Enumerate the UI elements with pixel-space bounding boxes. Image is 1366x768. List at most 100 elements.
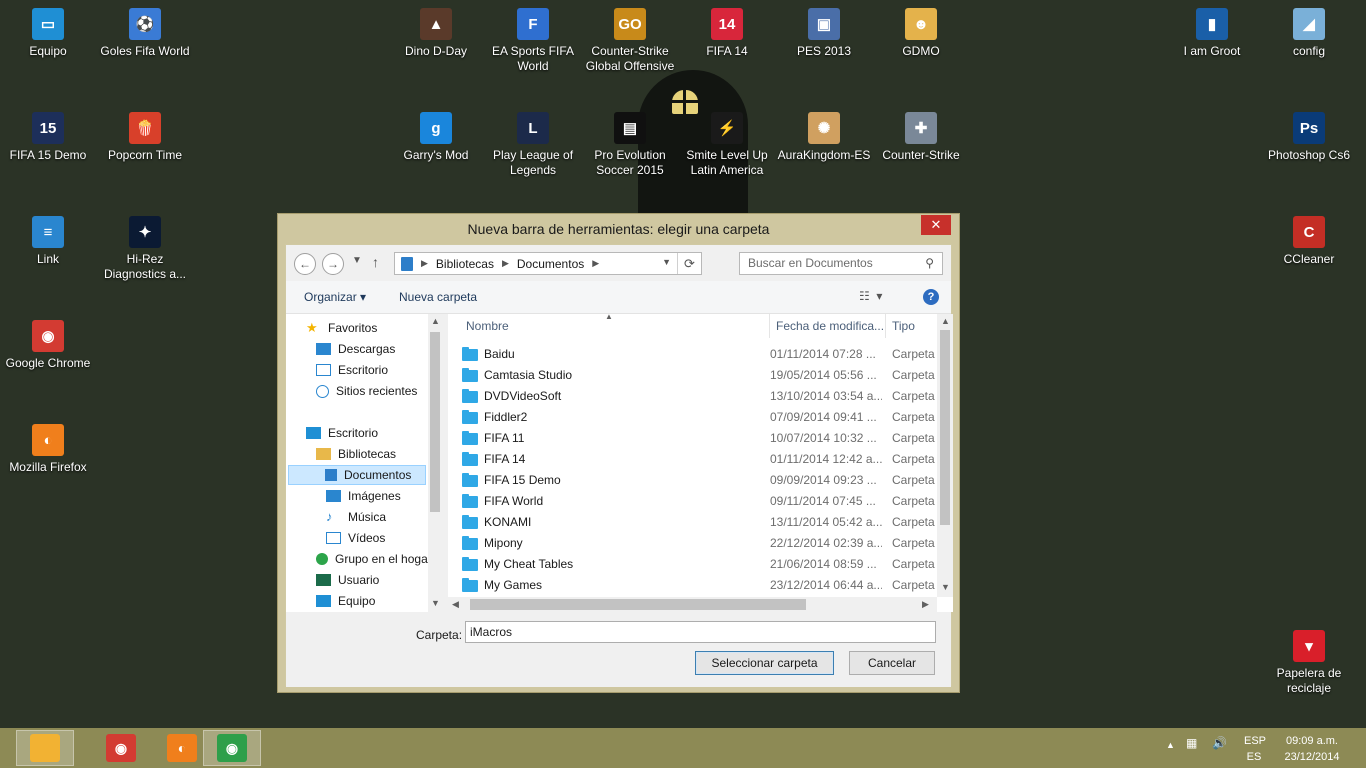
nav-recent-places[interactable]: Sitios recientes (316, 381, 417, 401)
organize-menu[interactable]: Organizar ▾ (304, 290, 366, 304)
desktop-icon-item[interactable]: ▣ PES 2013 (776, 8, 872, 59)
select-folder-button[interactable]: Seleccionar carpeta (695, 651, 834, 675)
file-date: 19/05/2014 05:56 ... (770, 368, 877, 382)
file-row[interactable]: KONAMI 13/11/2014 05:42 a... Carpeta (448, 512, 938, 533)
file-row[interactable]: Fiddler2 07/09/2014 09:41 ... Carpeta (448, 407, 938, 428)
desktop-icon-item[interactable]: L Play League of Legends (485, 112, 581, 178)
desktop-icon-item[interactable]: g Garry's Mod (388, 112, 484, 163)
scroll-right-icon[interactable]: ▶ (922, 599, 929, 610)
scrollbar-thumb[interactable] (940, 330, 950, 525)
network-icon[interactable]: ▦ (1186, 736, 1197, 750)
desktop-icon-item[interactable]: C CCleaner (1261, 216, 1357, 267)
nav-favorites[interactable]: ★ Favoritos (306, 318, 377, 338)
desktop-icon-item[interactable]: ⚡ Smite Level Up Latin America (679, 112, 775, 178)
desktop-icon-item[interactable]: ✚ Counter-Strike (873, 112, 969, 163)
close-button[interactable]: ✕ (921, 215, 951, 235)
desktop-icon-item[interactable]: ✺ AuraKingdom-ES (776, 112, 872, 163)
nav-libraries[interactable]: Bibliotecas (316, 444, 396, 464)
folder-name-input[interactable] (465, 621, 936, 643)
refresh-icon[interactable]: ⟳ (677, 253, 701, 274)
address-dropdown-icon[interactable]: ▼ (662, 257, 671, 267)
scroll-down-icon[interactable]: ▼ (941, 582, 950, 592)
file-row[interactable]: Mipony 22/12/2014 02:39 a... Carpeta (448, 533, 938, 554)
nav-user[interactable]: Usuario (316, 570, 379, 590)
nav-downloads[interactable]: Descargas (316, 339, 395, 359)
desktop-icon-label: Dino D-Day (404, 44, 467, 58)
address-bar[interactable]: ▶ Bibliotecas ▶ Documentos ▶ ▼ ⟳ (394, 252, 702, 275)
nav-desktop[interactable]: Escritorio (306, 423, 378, 443)
desktop-icon-item[interactable]: ◢ config (1261, 8, 1357, 59)
desktop-icon-item[interactable]: 🍿 Popcorn Time (97, 112, 193, 163)
nav-desktop-favorite[interactable]: Escritorio (316, 360, 388, 380)
forward-arrow-icon[interactable]: → (322, 253, 344, 275)
desktop-icon-item[interactable]: ▭ Equipo (0, 8, 96, 59)
file-row[interactable]: My Games 23/12/2014 06:44 a... Carpeta (448, 575, 938, 596)
desktop-icon-item[interactable]: ⚽ Goles Fifa World (97, 8, 193, 59)
new-folder-button[interactable]: Nueva carpeta (399, 290, 477, 304)
nav-images[interactable]: Imágenes (326, 486, 401, 506)
column-header-date[interactable]: Fecha de modifica... (770, 314, 886, 338)
desktop-icon-item[interactable]: 14 FIFA 14 (679, 8, 775, 59)
file-name: My Games (484, 578, 543, 592)
nav-homegroup[interactable]: Grupo en el hoga (316, 549, 428, 569)
column-header-name[interactable]: Nombre (456, 314, 770, 338)
recent-locations-dropdown-icon[interactable]: ▼ (352, 255, 362, 266)
show-hidden-icons-icon[interactable]: ▲ (1166, 740, 1175, 750)
file-row[interactable]: FIFA World 09/11/2014 07:45 ... Carpeta (448, 491, 938, 512)
navigation-scrollbar[interactable]: ▲ ▼ (428, 314, 442, 612)
desktop-icon-item[interactable]: ◐ Mozilla Firefox (0, 424, 96, 475)
file-row[interactable]: DVDVideoSoft 13/10/2014 03:54 a... Carpeta (448, 386, 938, 407)
nav-documents[interactable]: Documentos (288, 465, 426, 485)
file-row[interactable]: Baidu 01/11/2014 07:28 ... Carpeta (448, 344, 938, 365)
breadcrumb-documents[interactable]: Documentos (517, 257, 584, 271)
desktop-icon-item[interactable]: ≡ Link (0, 216, 96, 267)
ea-fifa-icon: F (517, 8, 549, 40)
search-input[interactable]: Buscar en Documentos ⚲ (739, 252, 943, 275)
file-row[interactable]: FIFA 15 Demo 09/09/2014 09:23 ... Carpeta (448, 470, 938, 491)
taskbar-app-button[interactable]: ◉ (92, 730, 150, 766)
help-icon[interactable]: ? (923, 289, 939, 305)
scroll-left-icon[interactable]: ◀ (452, 599, 459, 610)
file-list-horizontal-scrollbar[interactable]: ◀ ▶ (448, 597, 937, 612)
desktop-icon-item[interactable]: Ps Photoshop Cs6 (1261, 112, 1357, 163)
scroll-down-icon[interactable]: ▼ (431, 598, 440, 608)
desktop-icon-item[interactable]: ▤ Pro Evolution Soccer 2015 (582, 112, 678, 178)
up-arrow-icon[interactable]: ↑ (372, 254, 379, 270)
folder-icon (462, 515, 478, 529)
volume-icon[interactable]: 🔊 (1212, 736, 1227, 750)
file-explorer-icon (30, 734, 60, 762)
file-row[interactable]: Camtasia Studio 19/05/2014 05:56 ... Carpe… (448, 365, 938, 386)
scrollbar-thumb[interactable] (430, 332, 440, 512)
taskbar-app-button[interactable] (16, 730, 74, 766)
back-arrow-icon[interactable]: ← (294, 253, 316, 275)
breadcrumb-separator-icon[interactable]: ▶ (592, 258, 599, 269)
nav-videos[interactable]: Vídeos (326, 528, 385, 548)
cancel-button[interactable]: Cancelar (849, 651, 935, 675)
breadcrumb-separator-icon[interactable]: ▶ (421, 258, 428, 269)
breadcrumb-libraries[interactable]: Bibliotecas (436, 257, 494, 271)
desktop-icon-item[interactable]: 15 FIFA 15 Demo (0, 112, 96, 163)
scroll-up-icon[interactable]: ▲ (941, 316, 950, 326)
desktop-icon-item[interactable]: ☻ GDMO (873, 8, 969, 59)
nav-music[interactable]: ♪ Música (326, 507, 386, 527)
desktop-icon-item[interactable]: GO Counter-Strike Global Offensive (582, 8, 678, 74)
file-row[interactable]: FIFA 14 01/11/2014 12:42 a... Carpeta (448, 449, 938, 470)
desktop-icon-item[interactable]: F EA Sports FIFA World (485, 8, 581, 74)
taskbar-app-button[interactable]: ◉ (203, 730, 261, 766)
language-indicator[interactable]: ESP ES (1244, 733, 1266, 765)
desktop-icon-item[interactable]: ✦ Hi-Rez Diagnostics a... (97, 216, 193, 282)
nav-computer[interactable]: Equipo (316, 591, 375, 611)
desktop-icon-item[interactable]: ◉ Google Chrome (0, 320, 96, 371)
file-list-vertical-scrollbar[interactable]: ▲ ▼ (937, 314, 953, 597)
breadcrumb-separator-icon[interactable]: ▶ (502, 258, 509, 269)
nav-downloads-label: Descargas (338, 342, 396, 356)
file-row[interactable]: FIFA 11 10/07/2014 10:32 ... Carpeta (448, 428, 938, 449)
view-options-icon[interactable]: ☷ ▾ (859, 289, 882, 303)
scroll-up-icon[interactable]: ▲ (431, 316, 440, 326)
clock[interactable]: 09:09 a.m. 23/12/2014 (1277, 733, 1347, 765)
scrollbar-thumb[interactable] (470, 599, 806, 610)
desktop-icon-item[interactable]: ▲ Dino D-Day (388, 8, 484, 59)
desktop-icon-item[interactable]: ▮ I am Groot (1164, 8, 1260, 59)
file-row[interactable]: My Cheat Tables 21/06/2014 08:59 ... Carpe… (448, 554, 938, 575)
desktop-icon-item[interactable]: ▾ Papelera de reciclaje (1261, 630, 1357, 696)
